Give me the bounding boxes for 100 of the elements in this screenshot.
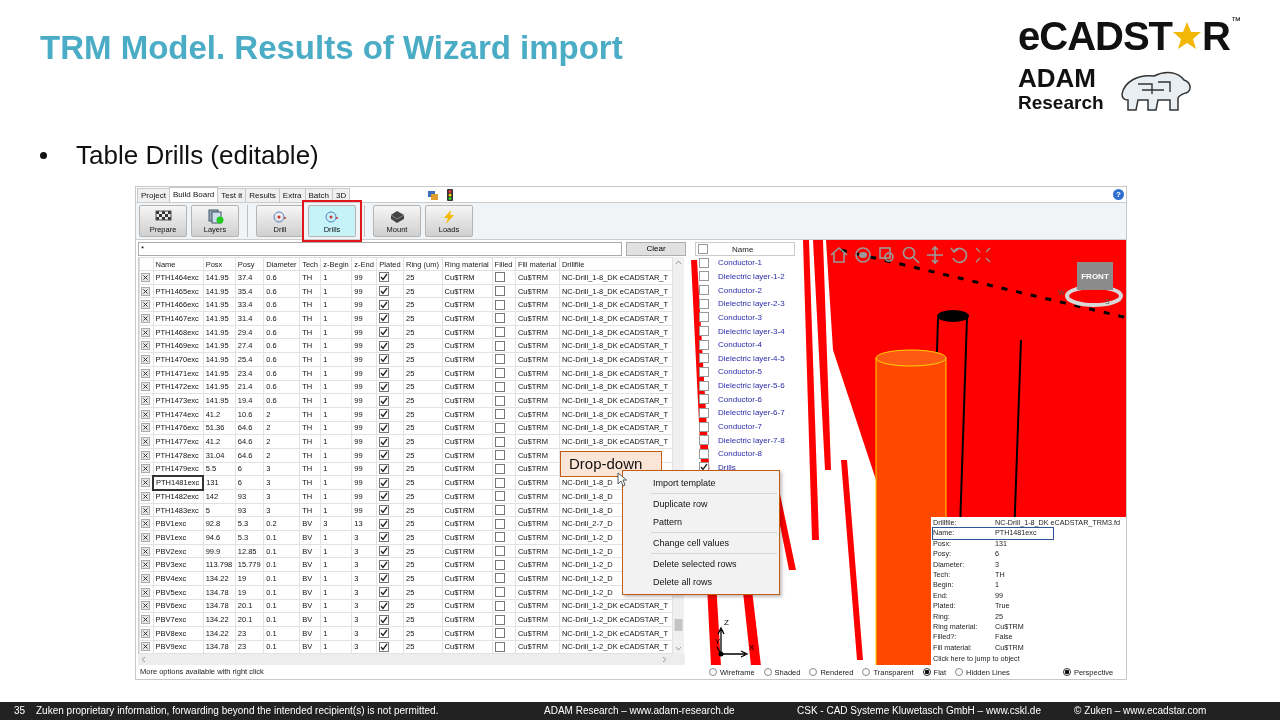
delete-row-button[interactable] bbox=[141, 368, 150, 378]
checkbox[interactable] bbox=[379, 436, 390, 447]
delete-row-button[interactable] bbox=[141, 437, 150, 447]
checkbox[interactable] bbox=[379, 409, 390, 420]
layer-name[interactable]: Conductor-6 bbox=[718, 394, 763, 404]
help-button[interactable]: ? bbox=[1113, 189, 1124, 200]
delete-row-button[interactable] bbox=[141, 560, 150, 570]
checkbox[interactable] bbox=[379, 313, 390, 324]
delete-row-button[interactable] bbox=[141, 354, 150, 364]
layer-name[interactable]: Dielectric layer-6-7 bbox=[718, 408, 785, 418]
delete-row-button[interactable] bbox=[141, 464, 150, 474]
checkbox[interactable] bbox=[494, 395, 505, 406]
checkbox[interactable] bbox=[699, 326, 709, 336]
checkbox[interactable] bbox=[494, 299, 505, 310]
checkbox[interactable] bbox=[379, 327, 390, 338]
delete-row-button[interactable] bbox=[141, 313, 150, 323]
radio-button[interactable] bbox=[1062, 668, 1071, 676]
layer-name[interactable]: Conductor-3 bbox=[718, 312, 763, 322]
layer-name[interactable]: Dielectric layer-5-6 bbox=[718, 381, 785, 391]
radio-button[interactable] bbox=[955, 668, 964, 676]
checkbox[interactable] bbox=[699, 271, 709, 282]
delete-row-button[interactable] bbox=[141, 382, 150, 392]
orbit-icon[interactable] bbox=[853, 245, 873, 265]
clear-button[interactable]: Clear bbox=[626, 241, 686, 256]
checkbox[interactable] bbox=[494, 368, 505, 379]
checkbox[interactable] bbox=[379, 573, 390, 584]
checkbox[interactable] bbox=[379, 505, 390, 516]
layer-name[interactable]: Dielectric layer-2-3 bbox=[718, 299, 785, 309]
layer-name[interactable]: Conductor-4 bbox=[718, 340, 763, 350]
layer-name[interactable]: Conductor-1 bbox=[718, 258, 763, 268]
checkbox[interactable] bbox=[494, 477, 505, 488]
checkbox[interactable] bbox=[494, 573, 505, 584]
checkbox[interactable] bbox=[379, 628, 390, 639]
checkbox[interactable] bbox=[494, 313, 505, 324]
scrollbar[interactable] bbox=[138, 654, 685, 665]
layer-name[interactable]: Conductor-8 bbox=[718, 449, 763, 459]
checkbox[interactable] bbox=[699, 339, 709, 350]
checkbox[interactable] bbox=[699, 435, 709, 446]
delete-row-button[interactable] bbox=[141, 327, 150, 337]
checkbox[interactable] bbox=[699, 421, 709, 432]
checkbox[interactable] bbox=[494, 436, 505, 447]
checkbox[interactable] bbox=[494, 614, 505, 625]
checkbox[interactable] bbox=[494, 587, 505, 598]
layer-name[interactable]: Drills bbox=[718, 462, 736, 472]
checkbox[interactable] bbox=[699, 394, 709, 405]
checkbox[interactable] bbox=[699, 298, 709, 309]
checkbox[interactable] bbox=[494, 546, 505, 557]
checkbox[interactable] bbox=[379, 559, 390, 570]
checkbox[interactable] bbox=[379, 395, 390, 406]
checkbox[interactable] bbox=[379, 546, 390, 557]
checkbox[interactable] bbox=[494, 641, 505, 652]
checkbox[interactable] bbox=[494, 381, 505, 392]
radio-button[interactable] bbox=[763, 668, 772, 676]
checkbox[interactable] bbox=[494, 327, 505, 338]
checkbox[interactable] bbox=[379, 422, 390, 433]
radio-button[interactable] bbox=[709, 668, 717, 676]
checkbox[interactable] bbox=[698, 244, 708, 254]
checkbox[interactable] bbox=[699, 380, 709, 391]
checkbox[interactable] bbox=[379, 381, 390, 392]
checkbox[interactable] bbox=[699, 285, 709, 296]
delete-row-button[interactable] bbox=[141, 341, 150, 351]
checkbox[interactable] bbox=[379, 518, 390, 529]
delete-row-button[interactable] bbox=[141, 573, 150, 583]
layer-name[interactable]: Conductor-2 bbox=[718, 285, 763, 295]
delete-row-button[interactable] bbox=[141, 546, 150, 556]
tab[interactable]: Project bbox=[137, 188, 170, 202]
checkbox[interactable] bbox=[494, 518, 505, 529]
delete-row-button[interactable] bbox=[141, 272, 150, 282]
checkbox[interactable] bbox=[379, 491, 390, 502]
checkbox[interactable] bbox=[699, 257, 709, 268]
layer-name[interactable]: Dielectric layer-4-5 bbox=[718, 353, 785, 363]
checkbox[interactable] bbox=[379, 477, 390, 488]
layer-name[interactable]: Conductor-7 bbox=[718, 422, 763, 431]
delete-row-button[interactable] bbox=[141, 450, 150, 460]
checkbox[interactable] bbox=[494, 409, 505, 420]
checkbox[interactable] bbox=[379, 354, 390, 365]
checkbox[interactable] bbox=[379, 587, 390, 598]
delete-row-button[interactable] bbox=[141, 615, 150, 625]
checkbox[interactable] bbox=[494, 505, 505, 516]
checkbox[interactable] bbox=[379, 299, 390, 310]
checkbox[interactable] bbox=[494, 463, 505, 474]
tab[interactable]: Results bbox=[245, 188, 280, 202]
checkbox[interactable] bbox=[494, 340, 505, 351]
checkbox[interactable] bbox=[494, 450, 505, 461]
delete-row-button[interactable] bbox=[141, 396, 150, 406]
checkbox[interactable] bbox=[379, 463, 390, 474]
checkbox[interactable] bbox=[699, 448, 709, 459]
radio-button[interactable] bbox=[922, 668, 931, 676]
checkbox[interactable] bbox=[494, 422, 505, 433]
delete-row-button[interactable] bbox=[141, 491, 150, 501]
checkbox[interactable] bbox=[494, 559, 505, 570]
checkbox[interactable] bbox=[379, 272, 390, 283]
delete-row-button[interactable] bbox=[141, 505, 150, 515]
delete-row-button[interactable] bbox=[141, 286, 150, 296]
checkbox[interactable] bbox=[699, 312, 709, 323]
layer-name[interactable]: Dielectric layer-7-8 bbox=[718, 435, 785, 445]
checkbox[interactable] bbox=[379, 600, 390, 611]
radio-button[interactable] bbox=[809, 668, 818, 676]
delete-row-button[interactable] bbox=[141, 601, 150, 611]
checkbox[interactable] bbox=[494, 532, 505, 543]
